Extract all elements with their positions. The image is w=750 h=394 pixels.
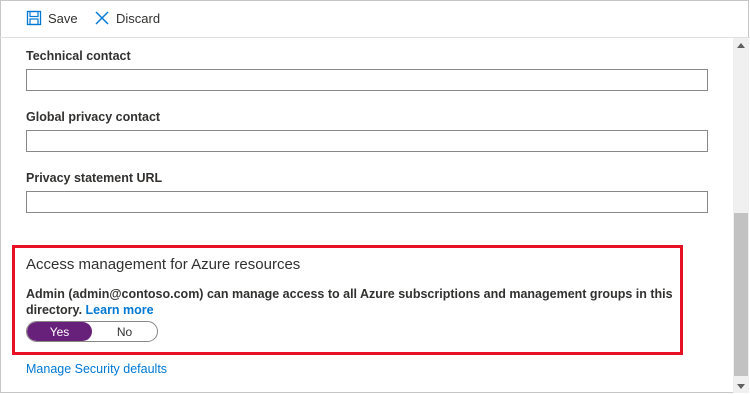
global-privacy-contact-input[interactable] [26,130,708,152]
learn-more-link[interactable]: Learn more [86,303,154,317]
toggle-yes-option[interactable]: Yes [27,322,92,341]
scroll-down-button[interactable] [733,379,749,393]
global-privacy-contact-label: Global privacy contact [26,110,161,124]
access-management-toggle[interactable]: Yes No [26,321,158,342]
technical-contact-input[interactable] [26,69,708,91]
scroll-up-button[interactable] [733,38,749,52]
access-management-description: Admin (admin@contoso.com) can manage acc… [26,286,676,318]
close-icon [95,11,109,25]
toggle-no-option[interactable]: No [92,322,157,341]
privacy-statement-url-label: Privacy statement URL [26,171,163,185]
access-management-title: Access management for Azure resources [26,256,301,273]
save-button[interactable]: Save [26,10,78,26]
privacy-statement-url-input[interactable] [26,191,708,213]
chevron-down-icon [737,383,745,389]
save-label: Save [48,10,78,26]
chevron-up-icon [737,42,745,48]
discard-button[interactable]: Discard [94,10,160,26]
discard-label: Discard [116,10,161,26]
vertical-scrollbar[interactable] [733,38,749,393]
toolbar: Save Discard [0,0,750,38]
save-icon [26,10,42,26]
technical-contact-label: Technical contact [26,49,131,63]
scroll-thumb[interactable] [734,213,748,376]
manage-security-defaults-link[interactable]: Manage Security defaults [26,362,167,376]
